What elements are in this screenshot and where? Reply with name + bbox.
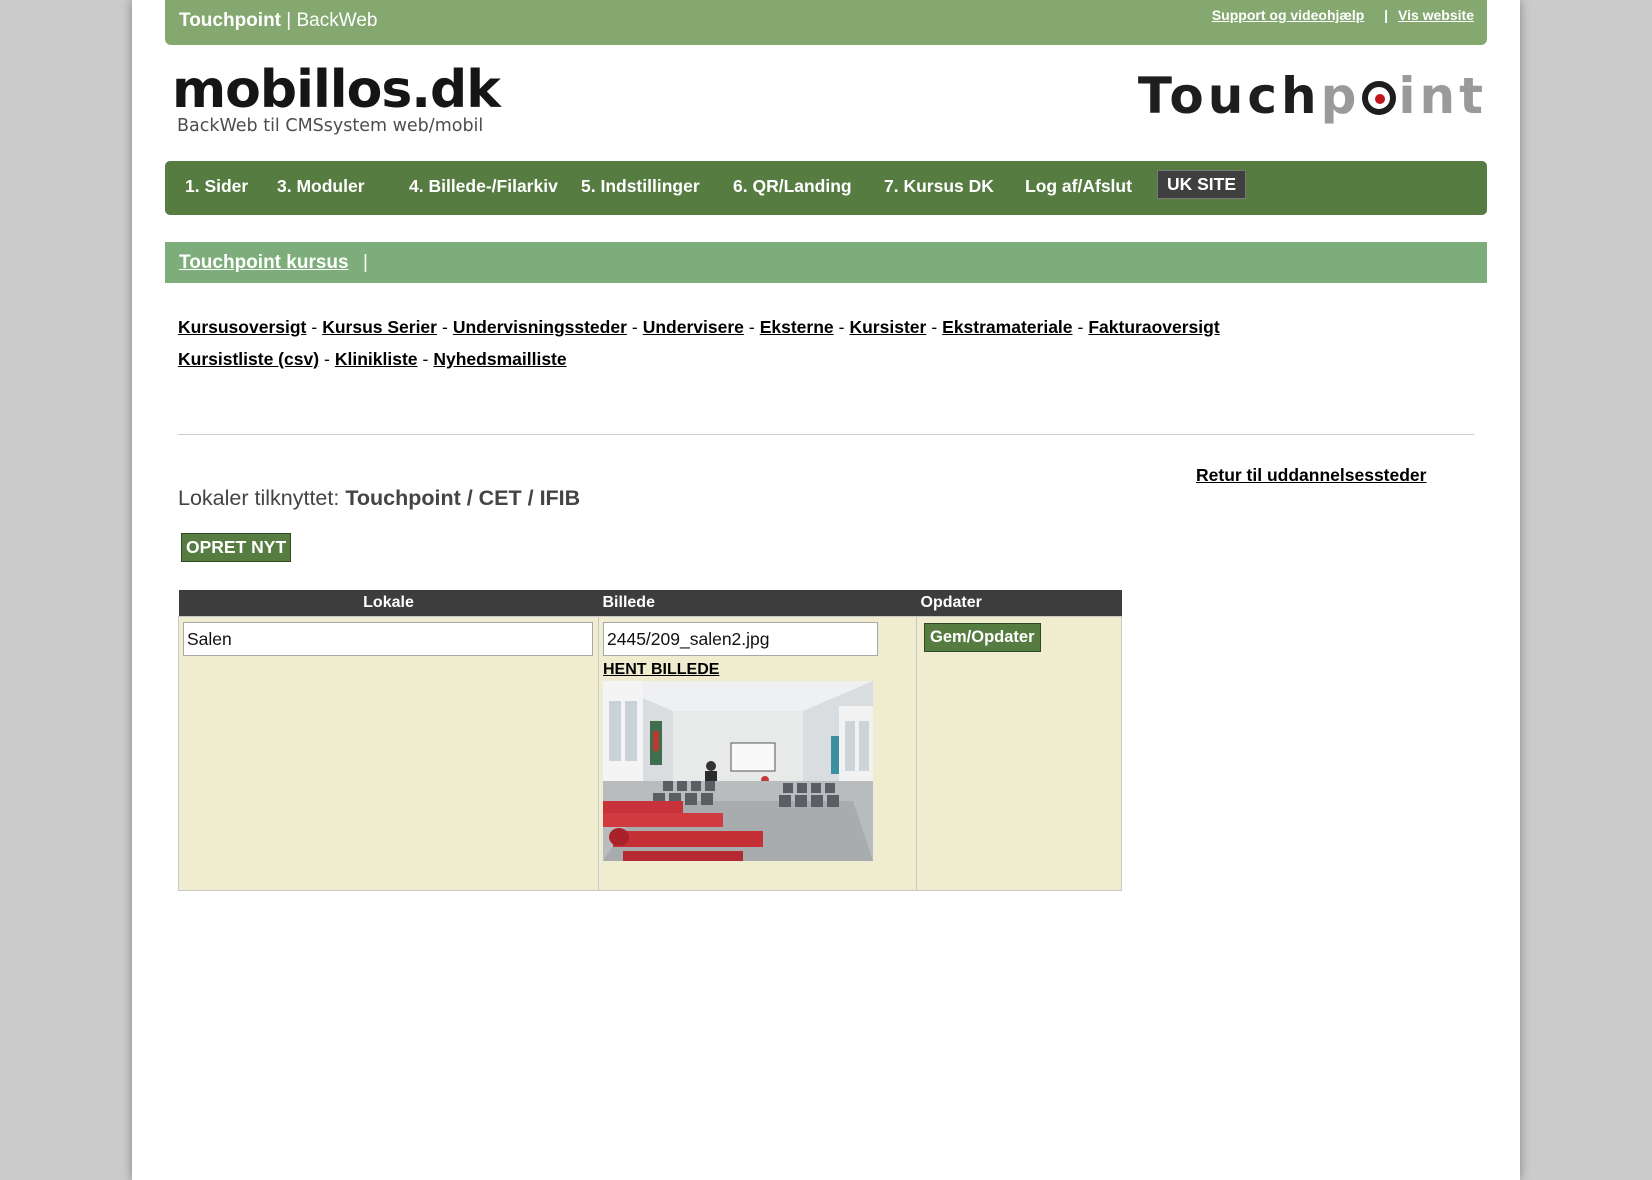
main-nav: 1. Sider 3. Moduler 4. Billede-/Filarkiv… [165,161,1487,215]
sublink-fakturaoversigt[interactable]: Fakturaoversigt [1088,317,1219,337]
top-bar: Touchpoint | BackWeb Support og videohjæ… [165,0,1487,45]
support-link[interactable]: Support og videohjælp [1212,7,1364,23]
sublink-klinikliste[interactable]: Klinikliste [335,349,418,369]
sublink-undervisere[interactable]: Undervisere [643,317,744,337]
logo-int: int [1398,67,1487,125]
sublink-nyhedsmailliste[interactable]: Nyhedsmailliste [433,349,566,369]
top-links: Support og videohjælp | Vis website [1212,7,1474,23]
nav-item-sider[interactable]: 1. Sider [185,176,248,197]
table-row: HENT BILLEDE [178,616,1122,891]
logo-touch: Touch [1137,67,1321,125]
page-title-value: Touchpoint / CET / IFIB [345,486,581,510]
touchpoint-logo: Touchp int [1138,64,1487,128]
rooms-table: Lokale Billede Opdater HENT BILLEDE [178,590,1122,891]
cell-lokale [178,616,599,891]
room-photo [603,681,873,861]
column-header-opdater: Opdater [916,590,1122,617]
create-new-button[interactable]: OPRET NYT [181,533,292,562]
nav-item-filarkiv[interactable]: 4. Billede-/Filarkiv [409,176,558,197]
section-separator: | [363,252,368,273]
column-header-billede: Billede [598,590,917,617]
logo-title: mobillos.dk [172,60,501,120]
divider [178,434,1474,435]
uk-site-button[interactable]: UK SITE [1157,170,1247,199]
mobillos-logo: mobillos.dk BackWeb til CMSsystem web/mo… [172,60,501,140]
top-links-separator: | [1384,7,1389,23]
sublink-undervisningssteder[interactable]: Undervisningssteder [453,317,627,337]
section-title-link[interactable]: Touchpoint kursus [179,252,349,274]
cell-billede: HENT BILLEDE [598,616,917,891]
sublink-kursistliste-csv[interactable]: Kursistliste (csv) [178,349,319,369]
sublink-separator: - [748,317,755,337]
page: Touchpoint | BackWeb Support og videohjæ… [132,0,1520,1180]
logo-target-icon [1362,81,1397,115]
cell-opdater: Gem/Opdater [916,616,1122,891]
page-title-prefix: Lokaler tilknyttet: [178,486,340,510]
nav-item-moduler[interactable]: 3. Moduler [277,176,365,197]
sublink-separator: - [441,317,448,337]
sub-nav-row-1: Kursusoversigt - Kursus Serier - Undervisnin… [178,311,1438,343]
room-name-input[interactable] [183,622,593,656]
nav-item-indstillinger[interactable]: 5. Indstillinger [581,176,700,197]
sublink-kursus-serier[interactable]: Kursus Serier [322,317,437,337]
brand-name: Touchpoint [179,10,282,31]
sublink-separator: - [931,317,938,337]
view-website-link[interactable]: Vis website [1398,7,1474,23]
sublink-ekstramateriale[interactable]: Ekstramateriale [942,317,1072,337]
logo-subtitle: BackWeb til CMSsystem web/mobil [177,116,484,136]
fetch-image-link[interactable]: HENT BILLEDE [603,661,912,679]
logo-p: p [1320,67,1361,125]
return-link[interactable]: Retur til uddannelsessteder [1196,465,1426,486]
page-title: Lokaler tilknyttet: Touchpoint / CET / I… [178,486,580,511]
sublink-kursusoversigt[interactable]: Kursusoversigt [178,317,306,337]
brand-suffix: | BackWeb [286,10,378,31]
sublink-separator: - [838,317,845,337]
sublink-separator: - [1077,317,1084,337]
nav-item-logout[interactable]: Log af/Afslut [1025,176,1132,197]
sublink-separator: - [311,317,318,337]
sublink-eksterne[interactable]: Eksterne [760,317,834,337]
sublink-separator: - [324,349,330,369]
sublink-separator: - [422,349,429,369]
table-header-row: Lokale Billede Opdater [178,590,1122,617]
sublink-separator: - [631,317,638,337]
nav-item-kursus-dk[interactable]: 7. Kursus DK [884,176,994,197]
nav-item-qr-landing[interactable]: 6. QR/Landing [733,176,852,197]
sublink-kursister[interactable]: Kursister [849,317,926,337]
column-header-lokale: Lokale [178,590,599,617]
section-bar: Touchpoint kursus | [165,242,1487,283]
brand: Touchpoint | BackWeb [179,10,377,32]
course-sub-nav: Kursusoversigt - Kursus Serier - Undervisnin… [178,311,1438,375]
image-path-input[interactable] [603,622,878,656]
sub-nav-row-2: Kursistliste (csv) - Klinikliste - Nyhedsmai… [178,343,1438,375]
save-update-button[interactable]: Gem/Opdater [924,623,1041,652]
